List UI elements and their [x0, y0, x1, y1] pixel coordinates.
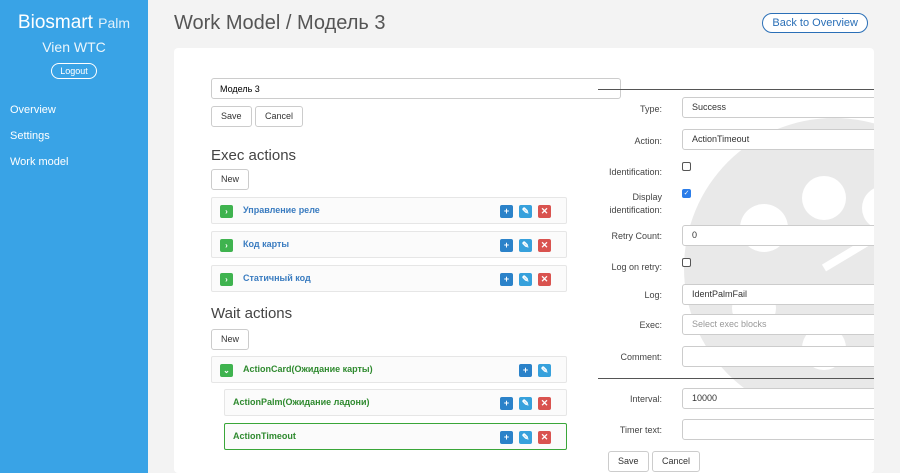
exec-actions-title: Exec actions	[211, 147, 297, 164]
chevron-right-icon[interactable]: ›	[220, 205, 233, 218]
exec-label: Exec:	[639, 320, 662, 330]
brand: Biosmart Palm Vien WTC Logout	[0, 0, 148, 79]
back-to-overview-button[interactable]: Back to Overview	[762, 13, 868, 33]
display-identification-label-1: Display	[632, 192, 662, 202]
logout-button[interactable]: Logout	[51, 63, 97, 79]
chevron-down-icon[interactable]: ⌄	[220, 364, 233, 377]
comment-input[interactable]	[682, 346, 874, 367]
add-icon[interactable]: +	[500, 397, 513, 410]
exec-new-button[interactable]: New	[211, 169, 250, 190]
display-identification-label-2: identification:	[609, 205, 662, 215]
wait-action-row[interactable]: ⌄ ActionCard(Ожидание карты) + ✎	[211, 356, 567, 383]
exec-action-row[interactable]: › Статичный код + ✎ ✕	[211, 265, 567, 292]
identification-label: Identification:	[608, 167, 662, 177]
retry-count-label: Retry Count:	[611, 231, 662, 241]
identification-checkbox[interactable]	[682, 162, 691, 171]
interval-label: Interval:	[629, 394, 662, 404]
comment-label: Comment:	[620, 352, 662, 362]
add-icon[interactable]: +	[500, 205, 513, 218]
brand-main: Biosmart	[17, 12, 93, 33]
sidebar-nav: Overview Settings Work model	[0, 97, 148, 175]
wait-actions-title: Wait actions	[211, 305, 293, 322]
wait-action-row-selected[interactable]: ActionTimeout + ✎ ✕	[224, 423, 567, 450]
display-identification-checkbox[interactable]: ✓	[682, 189, 691, 198]
delete-icon[interactable]: ✕	[538, 205, 551, 218]
sidebar: Biosmart Palm Vien WTC Logout Overview S…	[0, 0, 148, 473]
sidebar-item-settings[interactable]: Settings	[0, 123, 148, 149]
sidebar-item-overview[interactable]: Overview	[0, 97, 148, 123]
exec-action-row[interactable]: › Код карты + ✎ ✕	[211, 231, 567, 258]
edit-icon[interactable]: ✎	[519, 431, 532, 444]
delete-icon[interactable]: ✕	[538, 273, 551, 286]
wait-action-label: ActionTimeout	[233, 431, 296, 441]
add-icon[interactable]: +	[500, 273, 513, 286]
timer-text-label: Timer text:	[619, 425, 662, 435]
retry-count-input[interactable]: 0	[682, 225, 874, 246]
timer-text-input[interactable]	[682, 419, 874, 440]
exec-action-label: Управление реле	[243, 205, 320, 215]
wait-action-row[interactable]: ActionPalm(Ожидание ладони) + ✎ ✕	[224, 389, 567, 416]
form-cancel-button[interactable]: Cancel	[652, 451, 701, 472]
wait-action-label: ActionPalm(Ожидание ладони)	[233, 397, 370, 407]
chevron-right-icon[interactable]: ›	[220, 273, 233, 286]
action-select[interactable]: ActionTimeout	[682, 127, 874, 150]
exec-action-label: Статичный код	[243, 273, 311, 283]
add-icon[interactable]: +	[500, 239, 513, 252]
interval-input[interactable]: 10000	[682, 388, 874, 409]
exec-action-row[interactable]: › Управление реле + ✎ ✕	[211, 197, 567, 224]
chevron-right-icon[interactable]: ›	[220, 239, 233, 252]
edit-icon[interactable]: ✎	[519, 397, 532, 410]
delete-icon[interactable]: ✕	[538, 397, 551, 410]
delete-icon[interactable]: ✕	[538, 431, 551, 444]
divider	[598, 89, 874, 90]
action-label: Action:	[634, 136, 662, 146]
brand-small: Palm	[98, 15, 131, 31]
model-name-input[interactable]	[211, 78, 621, 99]
editor-card: Save Cancel Exec actions New › Управлени…	[174, 48, 874, 473]
log-on-retry-label: Log on retry:	[611, 262, 662, 272]
page-title: Work Model / Модель 3	[174, 12, 386, 34]
edit-icon[interactable]: ✎	[538, 364, 551, 377]
log-label: Log:	[644, 290, 662, 300]
brand-subtitle: Vien WTC	[42, 39, 106, 55]
log-on-retry-checkbox[interactable]	[682, 258, 691, 267]
save-button[interactable]: Save	[211, 106, 252, 127]
divider	[598, 378, 874, 379]
brand-title: Biosmart Palm	[0, 12, 148, 34]
delete-icon[interactable]: ✕	[538, 239, 551, 252]
wait-action-label: ActionCard(Ожидание карты)	[243, 364, 373, 374]
wait-new-button[interactable]: New	[211, 329, 250, 350]
edit-icon[interactable]: ✎	[519, 273, 532, 286]
cancel-button[interactable]: Cancel	[255, 106, 304, 127]
form-save-button[interactable]: Save	[608, 451, 649, 472]
header: Work Model / Модель 3 Back to Overview	[148, 0, 900, 48]
type-select[interactable]: Success	[682, 95, 874, 118]
edit-icon[interactable]: ✎	[519, 239, 532, 252]
exec-action-label: Код карты	[243, 239, 290, 249]
exec-blocks-select[interactable]: Select exec blocks	[682, 314, 874, 335]
edit-icon[interactable]: ✎	[519, 205, 532, 218]
sidebar-item-work-model[interactable]: Work model	[0, 149, 148, 175]
add-icon[interactable]: +	[519, 364, 532, 377]
add-icon[interactable]: +	[500, 431, 513, 444]
type-label: Type:	[639, 104, 662, 114]
log-select[interactable]: IdentPalmFail	[682, 282, 874, 305]
